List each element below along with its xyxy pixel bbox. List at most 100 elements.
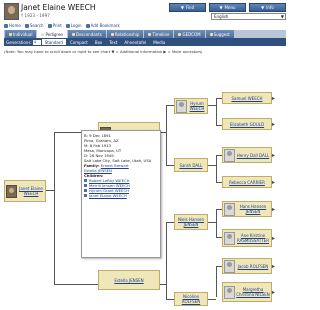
person-link[interactable]: Estella JENSEN [100,278,158,283]
main-tabs: Individual Pedigree Descendants Relation… [4,30,286,38]
pedigree-icon [41,32,45,36]
info-button[interactable]: ▼ Info [249,3,286,12]
person-box-ggp-6[interactable]: Ane Kirstine RASMUSSATTER ▶ [222,229,275,247]
relationship-icon [110,32,114,36]
connector [216,155,217,182]
person-link[interactable]: Niels Hansen JENSEN [176,217,206,227]
person-link[interactable]: Hans Hansen JENSEN [236,204,270,214]
person-box-mother[interactable]: Estella JENSEN [98,270,160,290]
bullet-icon [84,179,87,182]
person-photo [6,184,17,198]
top-buttons: ▼ Find ▼ Menu ▼ Info [169,3,286,12]
person-box-ggp-1[interactable]: Samuel WEECH ▶ [222,92,275,104]
person-box-ggp-8[interactable]: Margretha Christina NILSEN ▶ [222,282,275,302]
person-avatar [4,3,19,20]
person-link[interactable]: Elizabeth GOULD [224,122,270,127]
person-box-ggp-7[interactable]: Jacob ROLFSEN ▶ [222,258,275,274]
tab-descendants[interactable]: Descendants [67,30,106,38]
person-link[interactable]: Hyrum WEECH [188,101,206,111]
descendants-icon [71,32,75,36]
person-link[interactable]: Rebecca CARRIER [224,180,270,185]
view-box[interactable]: Box [92,40,105,45]
person-link[interactable]: Henry Dall DALL [236,153,270,158]
person-link[interactable]: Nicoline ROLFSEN [176,294,206,304]
home-icon [4,23,8,28]
person-dates: † 1923 - 1997 [21,13,50,18]
connector [216,266,217,297]
view-compact[interactable]: Compact [67,40,91,45]
connector [54,284,98,285]
tab-individual[interactable]: Individual [5,30,37,38]
silhouette-icon [224,202,235,216]
print-link[interactable]: Print [47,23,62,28]
search-icon [24,23,29,28]
chevron-right-icon[interactable]: ▶ [272,290,275,295]
connector [166,105,174,106]
silhouette-icon [224,231,235,245]
person-box-self[interactable]: Janet Elaine WEECH [4,180,46,202]
connector [216,98,217,125]
person-link[interactable]: Janet Elaine WEECH [18,186,44,196]
home-link[interactable]: Home [4,23,21,28]
tab-timeline[interactable]: Timeline [144,30,174,38]
chevron-right-icon[interactable]: ▶ [272,207,275,212]
action-links: Home Search Print Login Add Bookmark [4,23,120,28]
connector [166,105,167,165]
chart-options-bar: Generations: 4 Standard Compact Box Text… [4,38,286,46]
person-box-grandmother-paternal[interactable]: Sarah DALL [174,158,208,172]
silhouette-icon [224,285,235,299]
person-link[interactable]: Sarah DALL [176,163,206,168]
login-link[interactable]: Login [65,23,82,28]
person-link[interactable]: Jacob ROLFSEN [236,264,270,269]
connector [46,190,54,191]
connector [208,165,216,166]
chevron-right-icon[interactable]: ▶ [272,236,275,241]
printer-icon [47,23,52,28]
tab-suggest[interactable]: Suggest [205,30,234,38]
login-icon [65,23,70,28]
person-box-ggp-2[interactable]: Elizabeth GOULD ▶ [222,118,275,130]
chart-notice: (Note: You may have to scroll down or ri… [4,49,203,54]
chevron-right-icon[interactable]: ▶ [272,122,275,127]
bookmark-icon [85,23,90,28]
chevron-down-icon: ▼ [280,14,284,19]
connector [166,222,167,299]
connector [208,299,216,300]
list-item[interactable]: Janet Elaine WEECH [84,193,158,198]
chevron-right-icon[interactable]: ▶ [272,153,275,158]
connector [216,209,217,237]
connector [54,132,55,284]
search-link[interactable]: Search [24,23,44,28]
chevron-right-icon[interactable]: ▶ [272,96,275,101]
view-text[interactable]: Text [106,40,120,45]
find-button[interactable]: ▼ Find [169,3,206,12]
person-box-ggp-5[interactable]: Hans Hansen JENSEN ▶ [222,201,275,217]
connector [166,222,174,223]
tab-gedcom[interactable]: GEDCOM [174,30,205,38]
view-ahnentafel[interactable]: Ahnentafel [121,40,149,45]
person-box-grandfather-paternal[interactable]: Hyrum WEECH [174,98,208,114]
person-box-grandfather-maternal[interactable]: Niels Hansen JENSEN [174,214,208,230]
info-popup: B: 9 Dec 1891 Pima, Graham, AZ M: 8 Feb … [81,130,161,258]
view-standard[interactable]: Standard [41,39,66,45]
person-link[interactable]: Margretha Christina NILSEN [236,287,270,297]
add-bookmark-link[interactable]: Add Bookmark [85,23,120,28]
connector [166,299,174,300]
person-box-ggp-3[interactable]: Henry Dall DALL ▶ [222,147,275,163]
gedcom-icon [178,32,182,36]
chevron-right-icon[interactable]: ▶ [272,264,275,269]
menu-button[interactable]: ▼ Menu [209,3,246,12]
tab-pedigree[interactable]: Pedigree [37,30,67,38]
person-box-grandmother-maternal[interactable]: Nicoline ROLFSEN [174,292,208,306]
connector [208,105,216,106]
tab-relationship[interactable]: Relationship [106,30,144,38]
person-link[interactable]: Samuel WEECH [224,96,270,101]
language-select[interactable]: English ▼ [211,13,286,20]
chevron-right-icon[interactable]: ▶ [272,180,275,185]
person-box-ggp-4[interactable]: Rebecca CARRIER ▶ [222,176,275,188]
view-media[interactable]: Media [150,40,168,45]
person-icon [9,32,12,36]
generations-select[interactable]: 4 [32,39,41,45]
person-link[interactable]: Ane Kirstine RASMUSSATTER [236,233,270,243]
timeline-icon [148,32,152,36]
